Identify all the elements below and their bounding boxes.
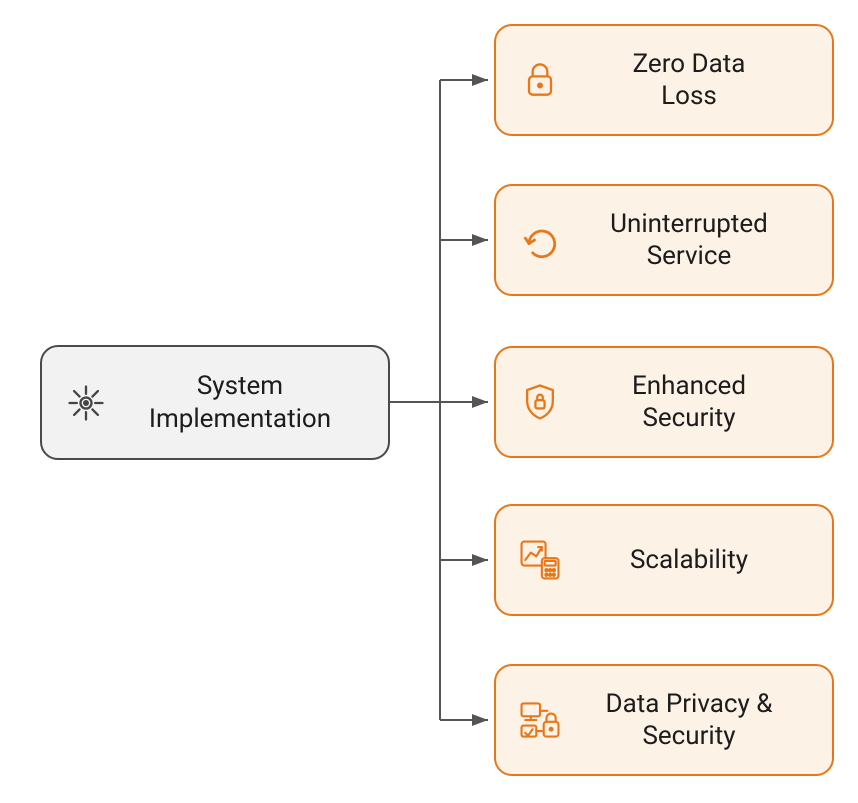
lock-icon <box>514 58 566 102</box>
target-label: Data Privacy &Security <box>566 688 812 753</box>
source-node-system-implementation: SystemImplementation <box>40 345 390 460</box>
target-node-zero-data-loss: Zero DataLoss <box>494 24 834 136</box>
target-label: UninterruptedService <box>566 208 812 273</box>
target-label: Zero DataLoss <box>566 48 812 113</box>
gear-icon <box>60 381 112 425</box>
target-label: EnhancedSecurity <box>566 370 812 435</box>
source-label: SystemImplementation <box>112 370 368 435</box>
chart-calculator-icon <box>514 536 566 584</box>
target-node-data-privacy-security: Data Privacy &Security <box>494 664 834 776</box>
devices-lock-icon <box>514 696 566 744</box>
undo-icon <box>514 218 566 262</box>
target-node-uninterrupted-service: UninterruptedService <box>494 184 834 296</box>
target-node-enhanced-security: EnhancedSecurity <box>494 346 834 458</box>
target-node-scalability: Scalability <box>494 504 834 616</box>
target-label: Scalability <box>566 544 812 577</box>
shield-lock-icon <box>514 380 566 424</box>
